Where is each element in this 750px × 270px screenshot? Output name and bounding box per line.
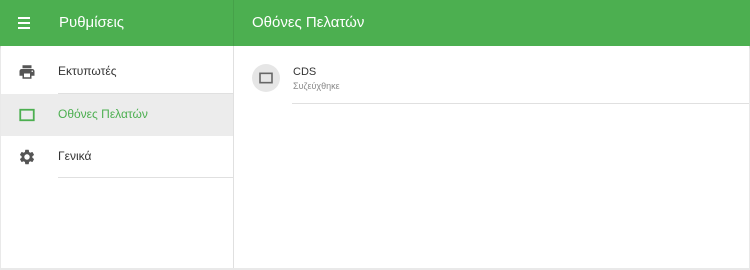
device-name: CDS bbox=[293, 66, 317, 78]
app-bar-divider bbox=[233, 0, 234, 46]
sidebar-item-label: Οθόνες Πελατών bbox=[58, 107, 148, 121]
gear-icon bbox=[18, 148, 36, 166]
sidebar-item-printers[interactable]: Εκτυπωτές bbox=[1, 51, 233, 93]
device-divider bbox=[292, 103, 749, 104]
sidebar-divider bbox=[58, 177, 233, 178]
sidebar-item-customer-displays[interactable]: Οθόνες Πελατών bbox=[1, 94, 233, 136]
sidebar-item-label: Εκτυπωτές bbox=[58, 64, 117, 78]
content-panel: CDS Συζεύχθηκε bbox=[234, 46, 749, 268]
app-bar: Ρυθμίσεις Οθόνες Πελατών bbox=[0, 0, 750, 46]
device-list-item[interactable]: CDS Συζεύχθηκε bbox=[234, 58, 749, 104]
page-title: Οθόνες Πελατών bbox=[252, 14, 365, 31]
sidebar-item-label: Γενικά bbox=[58, 149, 92, 163]
device-status: Συζεύχθηκε bbox=[293, 81, 340, 91]
menu-icon[interactable] bbox=[15, 14, 37, 32]
app-title: Ρυθμίσεις bbox=[59, 14, 125, 31]
printer-icon bbox=[18, 63, 36, 81]
display-icon bbox=[18, 106, 36, 124]
device-avatar bbox=[252, 64, 280, 92]
sidebar-item-general[interactable]: Γενικά bbox=[1, 136, 233, 178]
display-icon bbox=[259, 72, 273, 84]
sidebar: Εκτυπωτές Οθόνες Πελατών Γενικά bbox=[1, 46, 233, 268]
